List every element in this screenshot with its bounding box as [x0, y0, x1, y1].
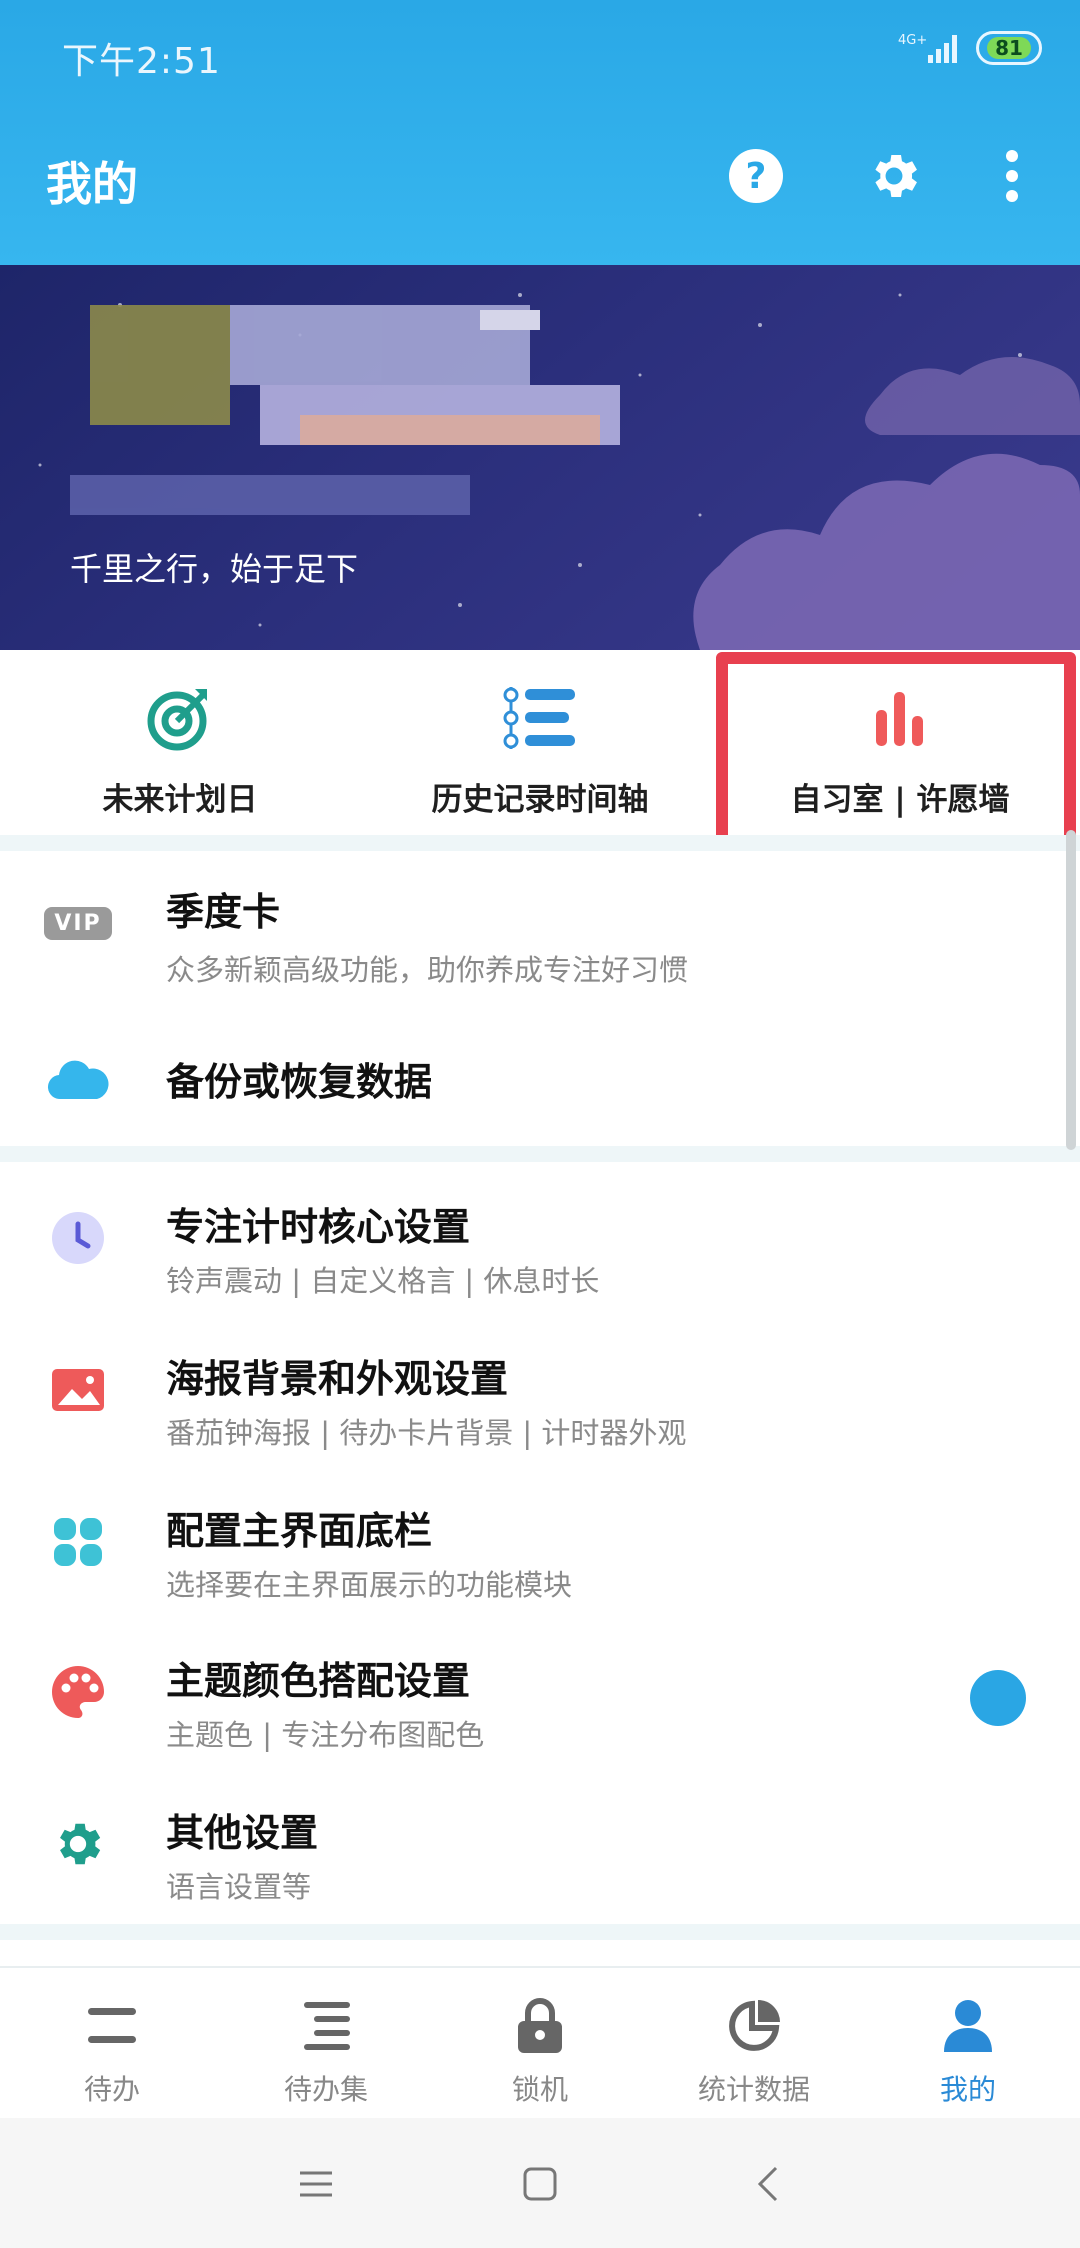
row-title: 季度卡 [166, 890, 281, 934]
svg-text:?: ? [746, 156, 767, 197]
nav-tab-todo-set[interactable]: 待办集 [218, 1968, 434, 2120]
shortcut-history-timeline[interactable]: 历史记录时间轴 [360, 650, 720, 835]
backup-row[interactable]: 备份或恢复数据 [0, 1011, 1080, 1146]
poster-settings-row[interactable]: 海报背景和外观设置 番茄钟海报 | 待办卡片背景 | 计时器外观 [0, 1312, 1080, 1464]
app-header: 下午2:51 4G+ 81 我的 ? [0, 0, 1080, 265]
vip-icon: VIP [44, 891, 112, 955]
bottom-bar-config-row[interactable]: 配置主界面底栏 选择要在主界面展示的功能模块 [0, 1464, 1080, 1616]
network-type: 4G+ [898, 33, 927, 48]
nav-label: 待办集 [283, 2073, 368, 2106]
todo-icon [80, 1994, 144, 2058]
other-settings-row[interactable]: 其他设置 语言设置等 [0, 1768, 1080, 1920]
row-subtitle: 语言设置等 [166, 1870, 312, 1904]
row-title: 海报背景和外观设置 [166, 1357, 509, 1401]
row-title: 其他设置 [166, 1811, 319, 1855]
battery-level: 81 [987, 37, 1031, 59]
vip-badge: VIP [44, 906, 112, 940]
status-time: 下午2:51 [62, 41, 221, 82]
home-icon[interactable] [512, 2156, 568, 2212]
signal-icon: 4G+ [898, 31, 962, 65]
menu-icon[interactable] [288, 2156, 344, 2212]
section-divider [0, 1146, 1080, 1162]
help-icon[interactable]: ? [726, 146, 786, 206]
target-icon [140, 678, 220, 758]
nav-tab-mine[interactable]: 我的 [860, 1968, 1076, 2120]
focus-settings-row[interactable]: 专注计时核心设置 铃声震动 | 自定义格言 | 休息时长 [0, 1162, 1080, 1312]
scrollbar[interactable] [1066, 830, 1076, 1150]
row-title: 配置主界面底栏 [166, 1509, 433, 1553]
person-icon [936, 1994, 1000, 2058]
back-icon[interactable] [740, 2156, 796, 2212]
lock-icon [508, 1994, 572, 2058]
image-icon [46, 1358, 110, 1422]
banner-illustration: 千里之行，始于足下 [38, 293, 1080, 650]
row-title: 备份或恢复数据 [166, 1060, 433, 1104]
nav-label: 我的 [939, 2073, 996, 2106]
section-divider [0, 835, 1080, 851]
system-navigation-bar [0, 2118, 1080, 2248]
banner-image[interactable]: 千里之行，始于足下 [0, 265, 1080, 650]
nav-tab-statistics[interactable]: 统计数据 [646, 1968, 862, 2120]
section-divider [0, 1924, 1080, 1940]
row-title: 主题颜色搭配设置 [166, 1659, 471, 1703]
nav-tab-lock[interactable]: 锁机 [432, 1968, 648, 2120]
shortcut-label: 未来计划日 [102, 782, 258, 818]
nav-label: 待办 [83, 2073, 140, 2106]
row-title: 专注计时核心设置 [166, 1205, 471, 1249]
nav-tab-todo[interactable]: 待办 [4, 1968, 220, 2120]
cloud-icon [46, 1047, 110, 1111]
timeline-icon [500, 678, 580, 758]
row-subtitle: 铃声震动 | 自定义格言 | 休息时长 [166, 1264, 600, 1298]
nav-label: 统计数据 [697, 2073, 810, 2106]
bottom-navigation: 待办 待办集 锁机 统计数据 我的 [0, 1966, 1080, 2120]
grid-icon [46, 1510, 110, 1574]
row-subtitle: 主题色 | 专注分布图配色 [166, 1718, 485, 1752]
theme-color-row[interactable]: 主题颜色搭配设置 主题色 | 专注分布图配色 [0, 1616, 1080, 1768]
floating-action-button[interactable] [970, 1670, 1026, 1726]
row-subtitle: 番茄钟海报 | 待办卡片背景 | 计时器外观 [166, 1416, 687, 1450]
nav-label: 锁机 [511, 2073, 568, 2106]
clock-icon [46, 1206, 110, 1270]
todo-set-icon [294, 1994, 358, 2058]
palette-icon [46, 1660, 110, 1724]
row-subtitle: 众多新颖高级功能，助你养成专注好习惯 [166, 953, 689, 987]
gear-icon [46, 1812, 110, 1876]
pie-chart-icon [722, 1994, 786, 2058]
shortcut-future-plan[interactable]: 未来计划日 [0, 650, 360, 835]
settings-gear-icon[interactable] [864, 146, 924, 206]
status-icons: 4G+ 81 [898, 26, 1042, 70]
vip-card-row[interactable]: VIP 季度卡 众多新颖高级功能，助你养成专注好习惯 [0, 851, 1080, 1011]
banner-caption: 千里之行，始于足下 [70, 550, 358, 588]
more-options-icon[interactable] [982, 146, 1042, 206]
battery-icon: 81 [976, 31, 1042, 65]
shortcut-label: 历史记录时间轴 [431, 782, 649, 818]
page-title: 我的 [46, 157, 138, 211]
row-subtitle: 选择要在主界面展示的功能模块 [166, 1568, 573, 1602]
